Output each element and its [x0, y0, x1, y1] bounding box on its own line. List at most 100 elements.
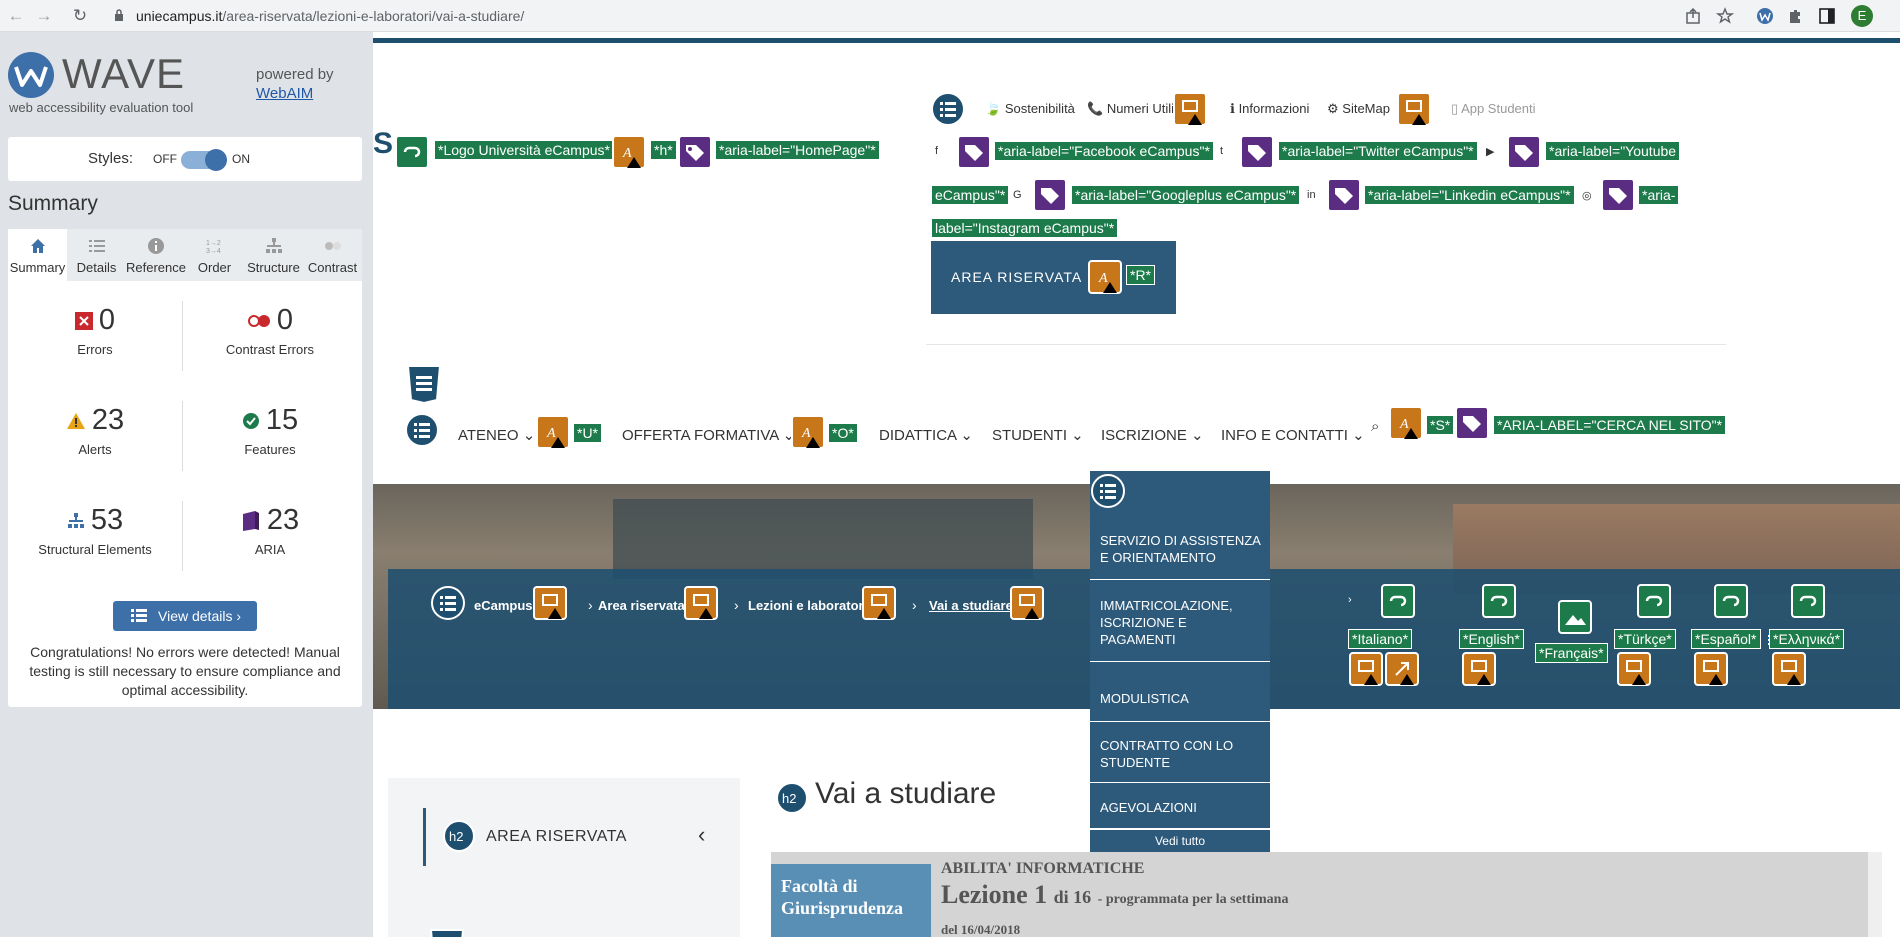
tab-label: Contrast [307, 260, 358, 275]
view-details-button[interactable]: View details › [113, 601, 257, 631]
aria-count: 23 [266, 504, 300, 536]
alert-icon: A [1088, 260, 1122, 294]
tab-contrast[interactable]: Contrast [303, 229, 362, 281]
chevron-left-icon[interactable]: ‹ [698, 822, 705, 848]
h2-structure-icon: h2 [443, 820, 475, 852]
divider [1090, 661, 1270, 662]
instagram-aria-tag: *aria- [1638, 185, 1680, 205]
divider [1090, 721, 1270, 722]
styles-toggle[interactable] [181, 149, 227, 171]
reload-icon[interactable]: ↻ [70, 6, 90, 26]
lang-tag-italiano: *Italiano* [1348, 629, 1413, 649]
home-icon [31, 239, 45, 253]
breadcrumb-ecampus[interactable]: eCampus [474, 598, 533, 613]
dropdown-item[interactable]: IMMATRICOLAZIONE, ISCRIZIONE E PAGAMENTI [1100, 597, 1265, 648]
menu-label: OFFERTA FORMATIVA [622, 427, 779, 444]
aria-tag-icon [1033, 178, 1067, 212]
youtube-icon[interactable]: ▶ [1486, 145, 1494, 158]
extensions-icon[interactable] [1786, 7, 1804, 25]
alert-icon [1462, 652, 1496, 686]
features-label: Features [244, 442, 296, 457]
address-bar[interactable]: uniecampus.it/area-riservata/lezioni-e-l… [104, 3, 1750, 29]
alert-icon [1385, 652, 1419, 686]
dropdown-item[interactable]: SERVIZIO DI ASSISTENZA E ORIENTAMENTO [1100, 532, 1265, 566]
link-sitemap[interactable]: ⚙ SiteMap [1327, 101, 1390, 117]
link-sostenibilita[interactable]: 🍃 Sostenibilità [985, 101, 1075, 117]
menu-info-contatti[interactable]: INFO E CONTATTI ⌄ [1221, 426, 1365, 444]
lesson-date: del 16/04/2018 [941, 922, 1021, 937]
divider [182, 501, 183, 571]
link-informazioni[interactable]: ℹ Informazioni [1230, 101, 1309, 117]
twitter-icon[interactable]: t [1220, 145, 1223, 157]
forward-icon[interactable]: → [34, 6, 54, 26]
url-path: /area-riservata/lezioni-e-laboratori/vai… [222, 8, 525, 24]
link-numeri-utili[interactable]: 📞 Numeri Utili [1087, 101, 1174, 117]
menu-didattica[interactable]: DIDATTICA ⌄ [879, 426, 973, 444]
info-icon [148, 238, 164, 254]
chevron-right-icon: › [1348, 594, 1352, 606]
svg-text:A: A [1399, 417, 1409, 432]
svg-text:A: A [546, 426, 556, 441]
share-icon[interactable] [1684, 7, 1702, 25]
image-feature-icon [1558, 600, 1592, 634]
menu-studenti[interactable]: STUDENTI ⌄ [992, 426, 1084, 444]
dropdown-see-all[interactable]: Vedi tutto [1090, 828, 1270, 853]
divider [1090, 782, 1270, 783]
linkedin-icon[interactable]: in [1307, 189, 1316, 201]
tab-reference[interactable]: Reference [126, 229, 186, 281]
star-icon[interactable] [1716, 7, 1734, 25]
menu-ateneo[interactable]: ATENEO ⌄ [458, 426, 535, 444]
back-icon[interactable]: ← [6, 6, 26, 26]
link-feature-icon [1482, 584, 1516, 618]
menu-iscrizione[interactable]: ISCRIZIONE ⌄ [1101, 426, 1204, 444]
tab-label: Order [197, 260, 232, 275]
page-title: Vai a studiare [815, 777, 997, 810]
sidepanel-icon[interactable] [1818, 7, 1836, 25]
alert-icon [1173, 92, 1207, 126]
lang-tag-espanol: *Español* [1691, 629, 1761, 649]
instagram-icon[interactable]: ◎ [1582, 189, 1592, 202]
dropdown-item[interactable]: CONTRATTO CON LO STUDENTE [1100, 737, 1265, 771]
link-label: SiteMap [1342, 101, 1390, 116]
youtube-aria-tag-cont: eCampus"* [931, 185, 1010, 205]
browser-toolbar: ← → ↻ uniecampus.it/area-riservata/lezio… [0, 0, 1900, 32]
breadcrumb-area-riservata[interactable]: Area riservata [598, 598, 685, 613]
svg-text:1→2: 1→2 [206, 240, 221, 247]
styles-toggle-box: Styles: OFF ON [8, 137, 362, 181]
dropdown-item[interactable]: AGEVOLAZIONI [1100, 799, 1265, 816]
area-riservata-button[interactable]: AREA RISERVATA A *R* [931, 241, 1176, 314]
aria-tag-icon [1327, 178, 1361, 212]
divider [1090, 579, 1270, 580]
list-structure-icon [1091, 474, 1125, 508]
search-icon[interactable]: ⌕ [1371, 418, 1379, 435]
lesson-card[interactable]: Facoltà di Giurisprudenza ABILITA' INFOR… [771, 852, 1871, 937]
faculty-label: Facoltà di Giurisprudenza [771, 864, 931, 937]
contrast-errors-count: 0 [276, 304, 294, 336]
dropdown-item[interactable]: MODULISTICA [1100, 690, 1265, 707]
menu-label: STUDENTI [992, 427, 1067, 444]
scrollbar[interactable] [1868, 852, 1882, 937]
link-feature-icon [1714, 584, 1748, 618]
list-structure-icon [431, 586, 465, 620]
tab-details[interactable]: Details [67, 229, 126, 281]
googleplus-icon[interactable]: G [1013, 189, 1022, 201]
breadcrumb-lezioni[interactable]: Lezioni e laboratori [748, 598, 867, 613]
link-app-studenti[interactable]: ▯ App Studenti [1451, 101, 1536, 117]
s-tag: *S* [1426, 415, 1455, 435]
wave-extension-icon[interactable] [1756, 7, 1774, 25]
tab-summary[interactable]: Summary [8, 229, 67, 281]
aria-tag-icon [1455, 406, 1489, 440]
breadcrumb-separator: › [734, 597, 739, 613]
html5-structure-icon [406, 365, 442, 404]
alerts-count: 23 [91, 404, 125, 436]
profile-avatar[interactable]: E [1851, 5, 1873, 27]
tab-structure[interactable]: Structure [244, 229, 303, 281]
facebook-icon[interactable]: f [935, 145, 938, 157]
html5-structure-icon [429, 929, 465, 937]
menu-offerta-formativa[interactable]: OFFERTA FORMATIVA ⌄ [622, 426, 795, 444]
tab-order[interactable]: 1→2 3→4 Order [185, 229, 244, 281]
webaim-link[interactable]: WebAIM [256, 85, 313, 102]
breadcrumb-vai-a-studiare[interactable]: Vai a studiare [929, 598, 1013, 613]
list-structure-icon [931, 92, 965, 126]
alert-icon [1010, 586, 1044, 620]
